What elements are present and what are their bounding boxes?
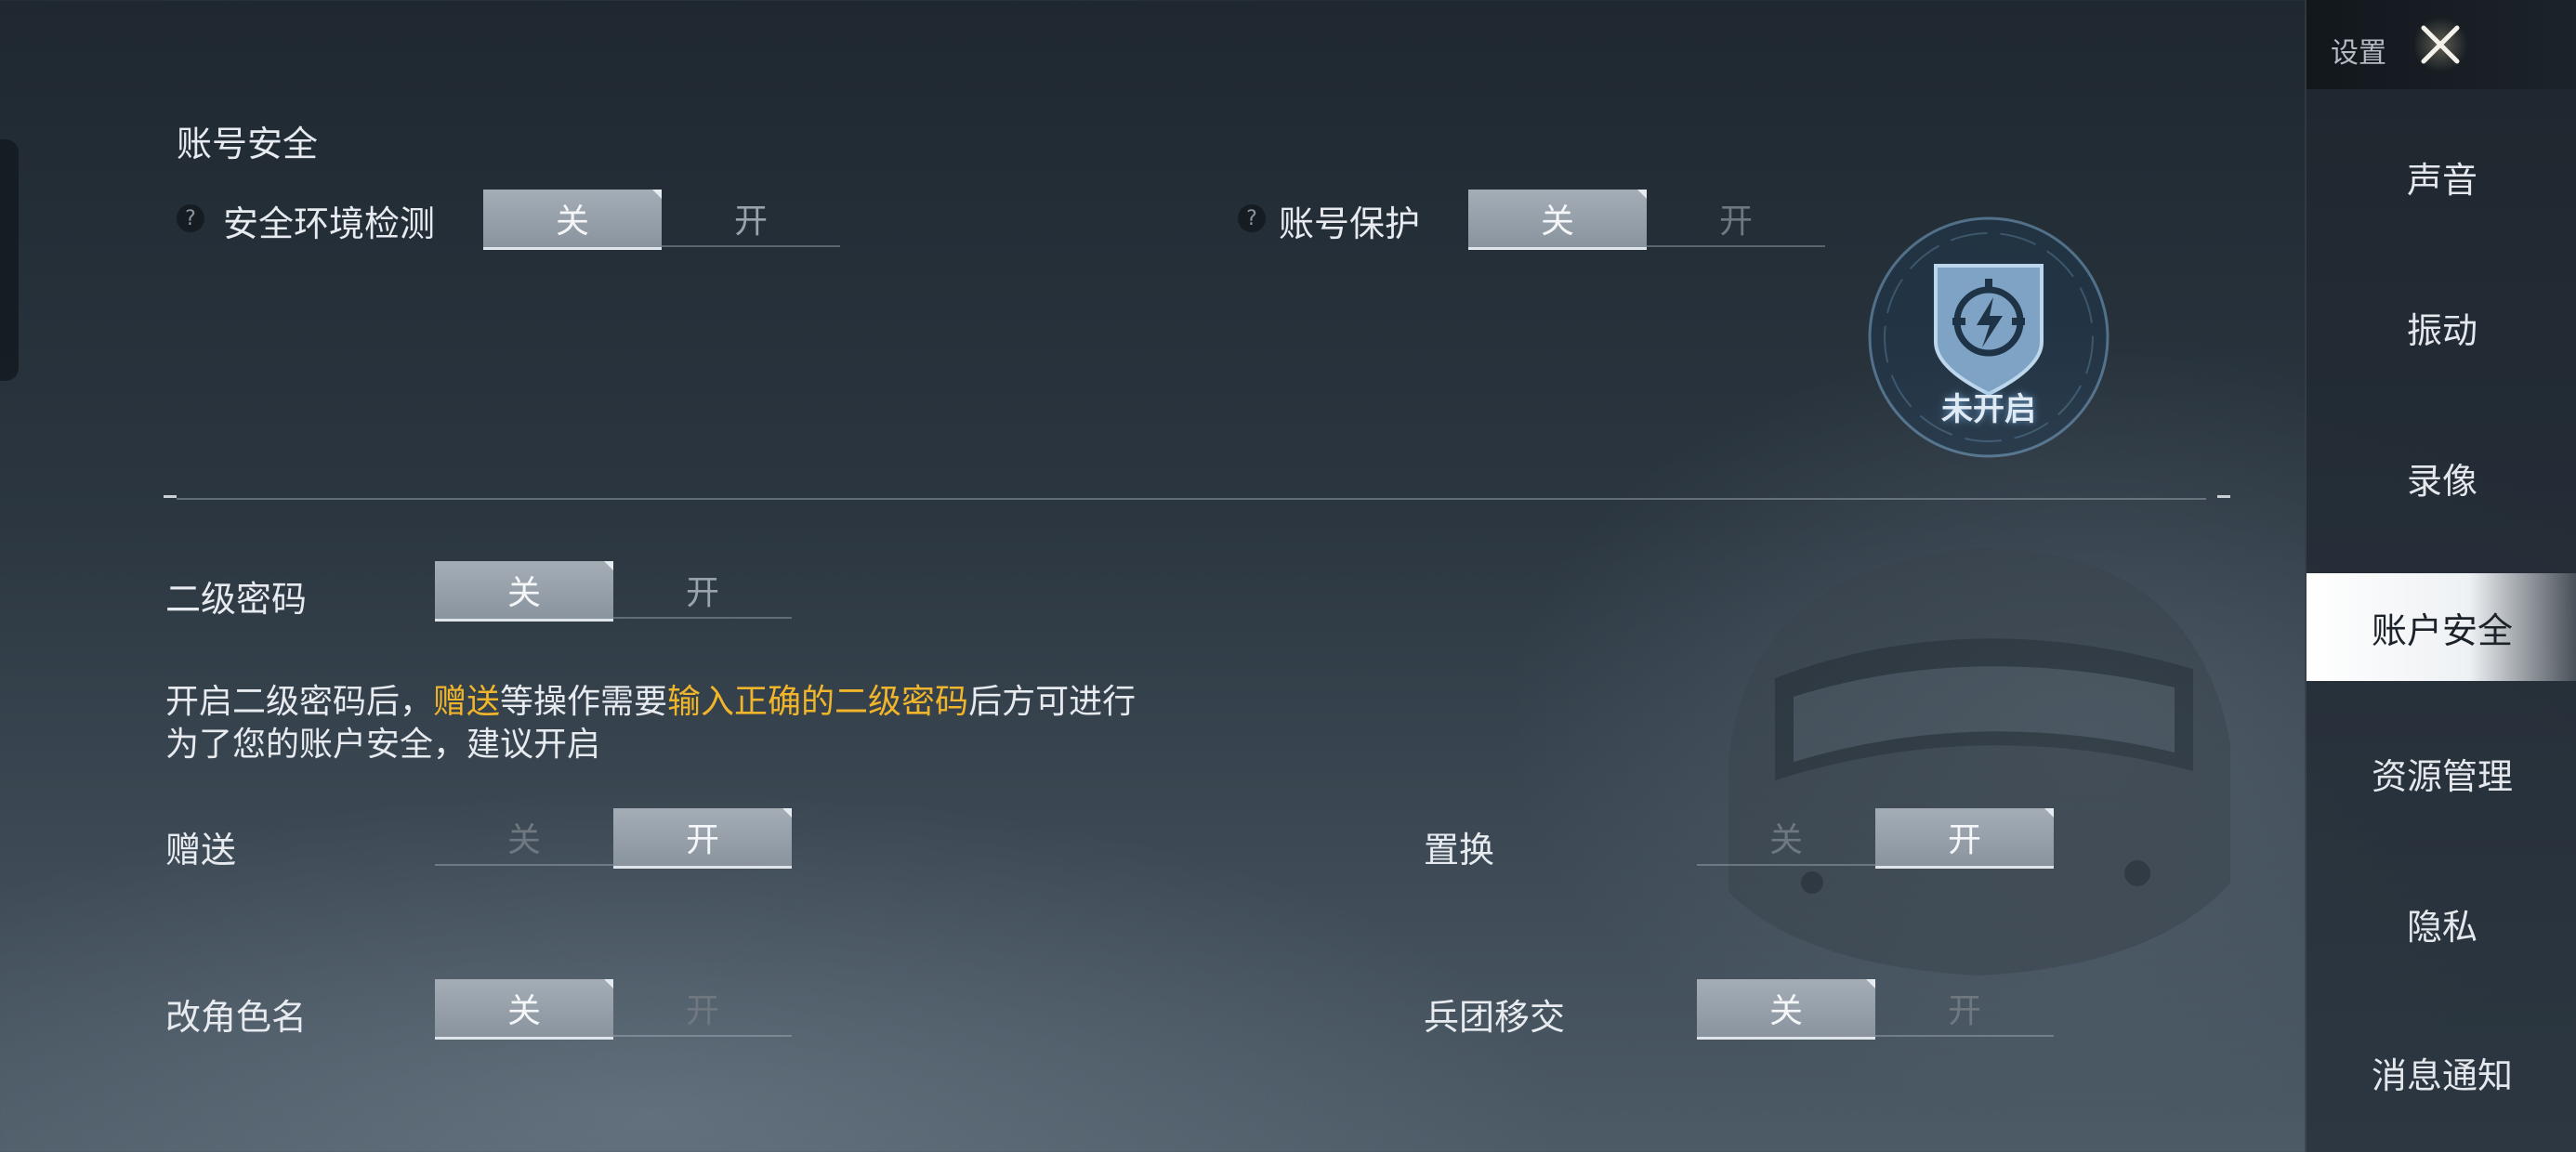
gift-label: 赠送 — [165, 830, 237, 871]
account-protect-off-option[interactable]: 关 — [1468, 190, 1647, 250]
rename-role-off-option[interactable]: 关 — [435, 979, 613, 1040]
rename-role-on-option[interactable]: 开 — [613, 979, 792, 1037]
gift-off-option[interactable]: 关 — [435, 808, 613, 866]
env-check-toggle: 关 开 — [483, 190, 840, 250]
legion-transfer-label: 兵团移交 — [1424, 997, 1566, 1038]
exchange-toggle: 关 开 — [1697, 808, 2054, 869]
sidebar-item-notifications[interactable]: 消息通知 — [2307, 1018, 2576, 1126]
divider-tick — [164, 495, 177, 498]
left-edge-handle — [0, 139, 19, 381]
desc-text: 开启二级密码后， — [165, 683, 434, 721]
desc-highlight-gift: 赠送 — [433, 683, 501, 721]
settings-sidebar: 设置 声音 振动 录像 账户安全 资源管理 隐私 消息通知 — [2305, 0, 2576, 1152]
close-button[interactable] — [2412, 17, 2468, 72]
secondary-password-desc-line2: 为了您的账户安全，建议开启 — [165, 726, 601, 764]
protection-status-badge: 未开启 — [1863, 212, 2114, 463]
secondary-password-on-option[interactable]: 开 — [613, 561, 792, 619]
account-protect-label: 账号保护 — [1279, 203, 1421, 244]
section-divider — [177, 498, 2206, 500]
section-title: 账号安全 — [177, 124, 319, 164]
env-check-off-option[interactable]: 关 — [483, 190, 662, 250]
close-icon — [2421, 25, 2460, 64]
legion-transfer-off-option[interactable]: 关 — [1697, 979, 1875, 1040]
helmet-background-art — [1728, 548, 2230, 975]
sidebar-item-sound[interactable]: 声音 — [2307, 123, 2576, 230]
gift-toggle: 关 开 — [435, 808, 792, 869]
rename-role-label: 改角色名 — [165, 997, 308, 1038]
sidebar-item-privacy[interactable]: 隐私 — [2307, 870, 2576, 977]
exchange-label: 置换 — [1424, 830, 1495, 871]
sidebar-item-vibration[interactable]: 振动 — [2307, 273, 2576, 381]
env-check-label: 安全环境检测 — [223, 203, 436, 244]
divider-tick — [2217, 495, 2230, 498]
sidebar-header: 设置 — [2307, 0, 2576, 89]
desc-text: 等操作需要 — [500, 683, 668, 721]
sidebar-item-recording[interactable]: 录像 — [2307, 424, 2576, 531]
legion-transfer-toggle: 关 开 — [1697, 979, 2054, 1040]
sidebar-item-resource-management[interactable]: 资源管理 — [2307, 719, 2576, 827]
settings-title: 设置 — [2331, 37, 2386, 70]
help-icon[interactable]: ? — [177, 204, 204, 232]
secondary-password-desc-line1: 开启二级密码后，赠送等操作需要输入正确的二级密码后方可进行 — [165, 674, 1136, 723]
account-protect-on-option[interactable]: 开 — [1647, 190, 1825, 247]
protection-status-text: 未开启 — [1941, 391, 2036, 428]
exchange-off-option[interactable]: 关 — [1697, 808, 1875, 866]
gift-on-option[interactable]: 开 — [613, 808, 792, 869]
account-protect-toggle: 关 开 — [1468, 190, 1825, 250]
rename-role-toggle: 关 开 — [435, 979, 792, 1040]
secondary-password-label: 二级密码 — [165, 579, 308, 620]
legion-transfer-on-option[interactable]: 开 — [1875, 979, 2054, 1037]
desc-text: 后方可进行 — [968, 683, 1137, 721]
sidebar-item-account-security[interactable]: 账户安全 — [2307, 573, 2576, 681]
secondary-password-toggle: 关 开 — [435, 561, 792, 622]
env-check-on-option[interactable]: 开 — [662, 190, 840, 247]
desc-highlight-password: 输入正确的二级密码 — [667, 683, 969, 721]
exchange-on-option[interactable]: 开 — [1875, 808, 2054, 869]
secondary-password-off-option[interactable]: 关 — [435, 561, 613, 622]
help-icon[interactable]: ? — [1238, 204, 1266, 232]
